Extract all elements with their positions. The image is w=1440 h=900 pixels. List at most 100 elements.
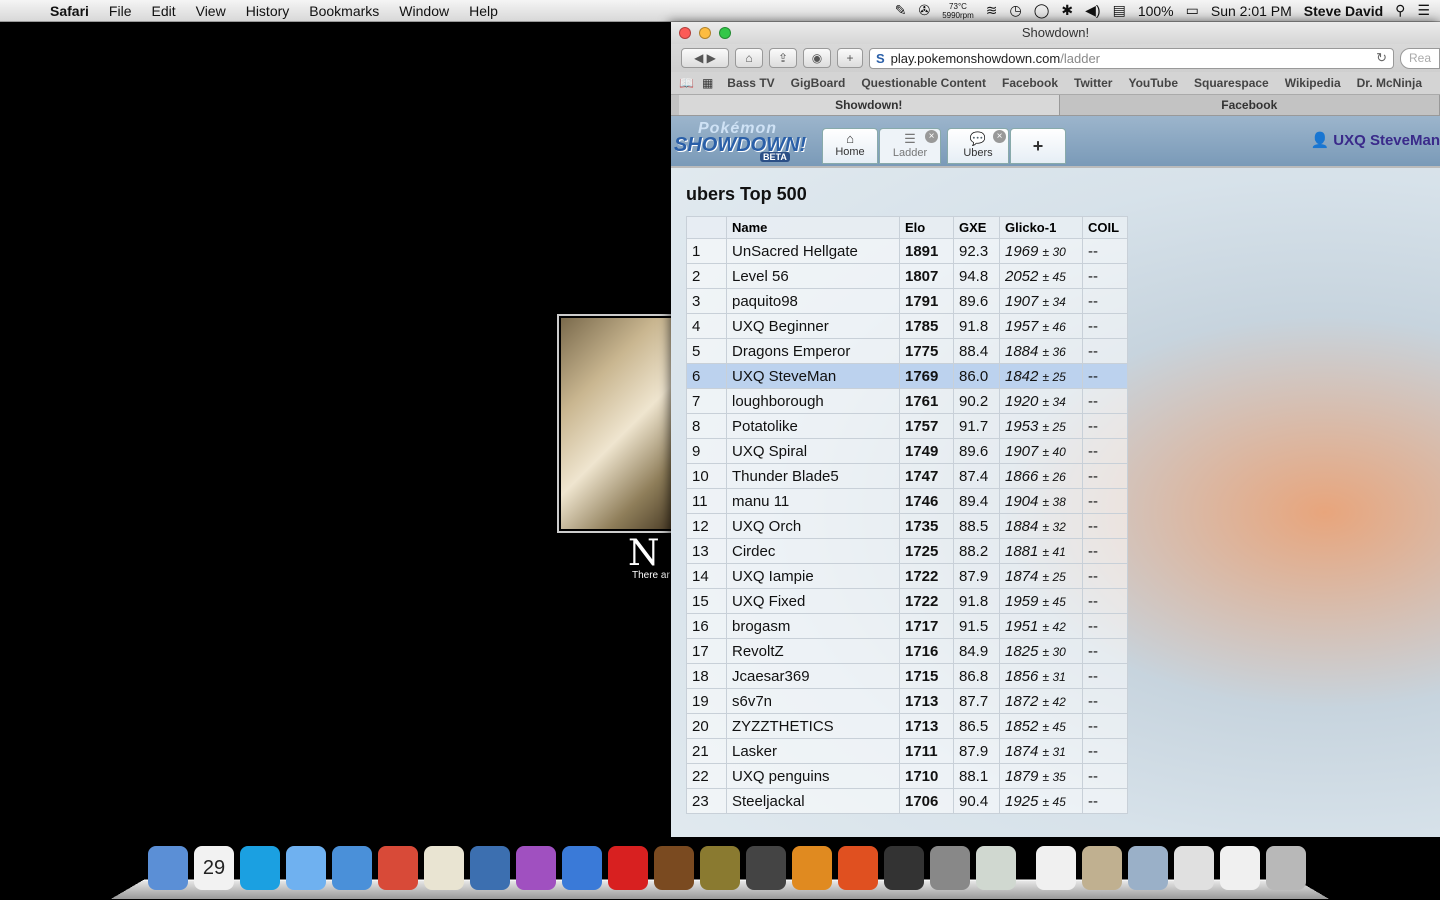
bookmark-gigboard[interactable]: GigBoard — [783, 76, 854, 90]
menu-app-safari[interactable]: Safari — [40, 3, 99, 19]
bookmark-twitter[interactable]: Twitter — [1066, 76, 1120, 90]
image-document-icon[interactable] — [1082, 846, 1122, 890]
wifi-icon[interactable]: ≋ — [986, 2, 998, 19]
close-ubers-tab-icon[interactable]: × — [993, 130, 1006, 143]
player-name-link[interactable]: UXQ Orch — [726, 513, 900, 539]
safari-icon[interactable] — [332, 846, 372, 890]
bookmark-squarespace[interactable]: Squarespace — [1186, 76, 1277, 90]
menu-edit[interactable]: Edit — [141, 3, 185, 19]
reason-icon[interactable] — [792, 846, 832, 890]
showdown-logo[interactable]: Pokémon SHOWDOWN! BETA — [674, 120, 819, 162]
add-tab-button[interactable]: + — [1010, 128, 1066, 164]
documents-stack-icon[interactable] — [1174, 846, 1214, 890]
share-button[interactable]: ⇪ — [769, 48, 797, 68]
minimize-window-icon[interactable] — [699, 27, 711, 39]
reader-button[interactable]: Rea — [1400, 47, 1440, 69]
new-tab-button[interactable]: + — [837, 48, 863, 68]
player-name-link[interactable]: UnSacred Hellgate — [726, 238, 900, 264]
volume-icon[interactable]: ◀) — [1085, 2, 1100, 19]
user-menu[interactable]: 👤 UXQ SteveMan — [1310, 131, 1440, 149]
garageband-icon[interactable] — [654, 846, 694, 890]
itunes-icon[interactable] — [516, 846, 556, 890]
player-name-link[interactable]: UXQ Spiral — [726, 438, 900, 464]
address-bar[interactable]: S play.pokemonshowdown.com/ladder ↻ — [869, 47, 1394, 69]
player-name-link[interactable]: manu 11 — [726, 488, 900, 514]
player-name-link[interactable]: Thunder Blade5 — [726, 463, 900, 489]
player-name-link[interactable]: loughborough — [726, 388, 900, 414]
chrome-icon[interactable] — [378, 846, 418, 890]
extension-button[interactable]: ◉ — [803, 48, 831, 68]
clock[interactable]: Sun 2:01 PM — [1211, 3, 1292, 19]
player-name-link[interactable]: UXQ SteveMan — [726, 363, 900, 389]
fan-icon[interactable]: ✇ — [918, 2, 930, 19]
messages-icon[interactable] — [286, 846, 326, 890]
menu-view[interactable]: View — [186, 3, 236, 19]
player-name-link[interactable]: brogasm — [726, 613, 900, 639]
player-name-link[interactable]: UXQ Fixed — [726, 588, 900, 614]
finder-icon[interactable] — [148, 846, 188, 890]
player-name-link[interactable]: Cirdec — [726, 538, 900, 564]
keyboard-icon[interactable] — [884, 846, 924, 890]
menu-bookmarks[interactable]: Bookmarks — [299, 3, 389, 19]
tab-ubers[interactable]: 💬 Ubers × — [947, 128, 1009, 164]
player-name-link[interactable]: Lasker — [726, 738, 900, 764]
input-menu-icon[interactable]: ▤ — [1113, 2, 1126, 19]
player-name-link[interactable]: Potatolike — [726, 413, 900, 439]
time-machine-icon[interactable]: ◷ — [1010, 2, 1022, 19]
pdf-document-icon[interactable] — [1036, 846, 1076, 890]
flipboard-icon[interactable] — [608, 846, 648, 890]
trash-icon[interactable] — [1266, 846, 1306, 890]
player-name-link[interactable]: Jcaesar369 — [726, 663, 900, 689]
temperature-readout[interactable]: 73°C 5990rpm — [942, 2, 974, 20]
spotlight-icon[interactable]: ⚲ — [1395, 2, 1405, 19]
bookmark-dr-mcninja[interactable]: Dr. McNinja — [1349, 76, 1430, 90]
player-name-link[interactable]: UXQ Iampie — [726, 563, 900, 589]
close-ladder-tab-icon[interactable]: × — [925, 130, 938, 143]
home-button[interactable]: ⌂ — [735, 48, 763, 68]
menu-window[interactable]: Window — [389, 3, 459, 19]
player-name-link[interactable]: ZYZZTHETICS — [726, 713, 900, 739]
notification-center-icon[interactable]: ☰ — [1417, 2, 1430, 19]
bookmark-questionable-content[interactable]: Questionable Content — [853, 76, 994, 90]
preview-icon[interactable] — [976, 846, 1016, 890]
player-name-link[interactable]: s6v7n — [726, 688, 900, 714]
virtualbox-icon[interactable] — [470, 846, 510, 890]
player-name-link[interactable]: Dragons Emperor — [726, 338, 900, 364]
reading-list-icon[interactable]: 📖 — [679, 76, 702, 90]
tab-ladder[interactable]: ☰ Ladder × — [879, 128, 941, 164]
chat-status-icon[interactable]: ◯ — [1034, 2, 1050, 19]
evernote-icon[interactable]: ✎ — [895, 2, 907, 19]
zoom-window-icon[interactable] — [719, 27, 731, 39]
back-forward-buttons[interactable]: ◀ ▶ — [681, 48, 729, 68]
top-sites-icon[interactable]: ▦ — [702, 76, 719, 90]
battery-percent[interactable]: 100% — [1138, 3, 1174, 19]
skype-icon[interactable] — [240, 846, 280, 890]
browser-tab-showdown[interactable]: Showdown! — [679, 95, 1060, 115]
player-name-link[interactable]: UXQ penguins — [726, 763, 900, 789]
menu-help[interactable]: Help — [459, 3, 508, 19]
player-name-link[interactable]: Steeljackal — [726, 788, 900, 814]
user-name[interactable]: Steve David — [1304, 3, 1383, 19]
downloads-stack-icon[interactable] — [1128, 846, 1168, 890]
imovie-icon[interactable] — [746, 846, 786, 890]
title-bar[interactable]: Showdown! — [671, 22, 1440, 44]
player-name-link[interactable]: UXQ Beginner — [726, 313, 900, 339]
battery-icon[interactable]: ▭ — [1186, 2, 1199, 19]
bookmark-wikipedia[interactable]: Wikipedia — [1277, 76, 1349, 90]
bookmark-youtube[interactable]: YouTube — [1120, 76, 1186, 90]
textedit-icon[interactable] — [424, 846, 464, 890]
ableton-icon[interactable] — [838, 846, 878, 890]
bluetooth-icon[interactable]: ✱ — [1061, 2, 1073, 19]
player-name-link[interactable]: Level 56 — [726, 263, 900, 289]
bookmark-facebook[interactable]: Facebook — [994, 76, 1066, 90]
fontforge-icon[interactable] — [700, 846, 740, 890]
player-name-link[interactable]: RevoltZ — [726, 638, 900, 664]
reload-icon[interactable]: ↻ — [1376, 50, 1387, 66]
close-window-icon[interactable] — [679, 27, 691, 39]
menu-file[interactable]: File — [99, 3, 142, 19]
player-name-link[interactable]: paquito98 — [726, 288, 900, 314]
tab-home[interactable]: ⌂ Home — [822, 128, 878, 164]
file-stack-icon[interactable] — [1220, 846, 1260, 890]
system-preferences-icon[interactable] — [930, 846, 970, 890]
bookmark-bass-tv[interactable]: Bass TV — [719, 76, 782, 90]
